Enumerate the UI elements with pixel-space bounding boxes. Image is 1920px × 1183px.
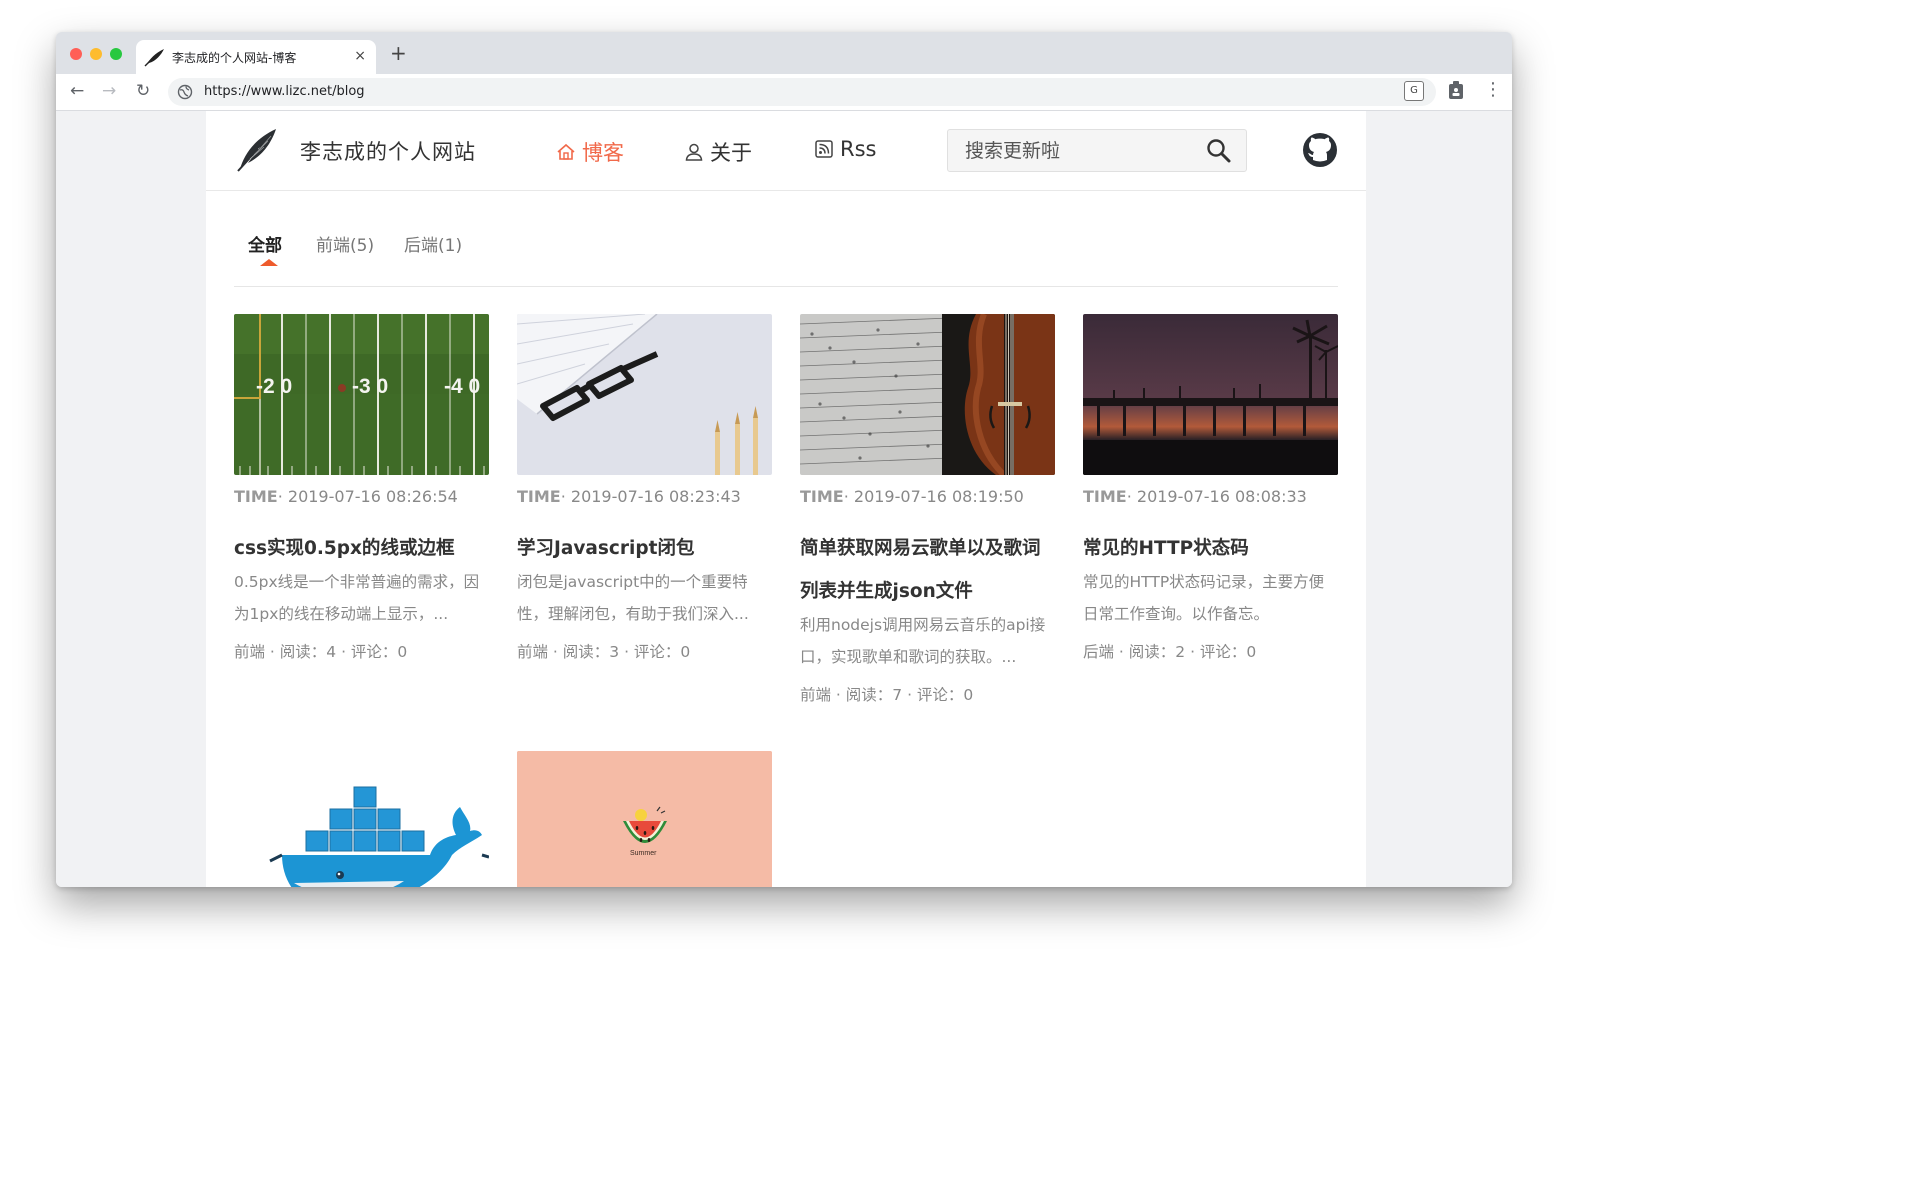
forward-button[interactable]: →	[102, 82, 116, 100]
user-icon	[685, 143, 703, 161]
post-title[interactable]: 常见的HTTP状态码	[1083, 527, 1338, 570]
time-label: TIME	[234, 487, 278, 506]
time-label: TIME	[800, 487, 844, 506]
post-title[interactable]: css实现0.5px的线或边框	[234, 527, 489, 570]
new-tab-button[interactable]: +	[390, 42, 407, 64]
time-label: TIME	[517, 487, 561, 506]
glasses-desk-image	[517, 314, 772, 475]
tab-strip: 李志成的个人网站-博客 × +	[56, 32, 1512, 74]
back-button[interactable]: ←	[70, 82, 84, 100]
time-label: TIME	[1083, 487, 1127, 506]
svg-text:-2 0: -2 0	[256, 375, 292, 398]
tab-frontend[interactable]: 前端(5)	[316, 231, 374, 256]
page-content: 李志成的个人网站 博客 关于 Rss 搜索更新啦 全部 前端(5) 后端(1) …	[206, 111, 1366, 887]
pier-sunset-image	[1083, 314, 1338, 475]
minimize-window-button[interactable]	[90, 48, 102, 60]
post-thumbnail[interactable]: Summer	[517, 751, 772, 887]
rss-icon	[815, 140, 833, 158]
active-tab[interactable]: 李志成的个人网站-博客 ×	[136, 40, 376, 74]
tab-backend[interactable]: 后端(1)	[404, 231, 462, 256]
watermelon-summer-image	[517, 751, 772, 887]
nav-rss-label: Rss	[840, 137, 877, 161]
post-thumbnail[interactable]: -2 0 -3 0 -4 0	[234, 314, 489, 475]
tab-title: 李志成的个人网站-博客	[172, 51, 297, 65]
svg-text:-3 0: -3 0	[352, 375, 388, 398]
docker-whale-image	[234, 751, 489, 887]
svg-text:-4 0: -4 0	[444, 375, 480, 398]
post-description: 0.5px线是一个非常普遍的需求，因为1px的线在移动端上显示，...	[234, 573, 480, 623]
post-description: 利用nodejs调用网易云音乐的api接口，实现歌单和歌词的获取。...	[800, 616, 1046, 666]
browser-menu-button[interactable]: ⋮	[1484, 80, 1502, 100]
post-stats: 后端 · 阅读：2 · 评论：0	[1083, 643, 1257, 661]
nav-rss[interactable]: Rss	[814, 137, 876, 161]
post-title[interactable]: 学习Javascript闭包	[517, 527, 772, 570]
globe-icon	[177, 84, 193, 100]
page-viewport: 李志成的个人网站 博客 关于 Rss 搜索更新啦 全部 前端(5) 后端(1) …	[56, 111, 1512, 887]
browser-window: 李志成的个人网站-博客 × + ← → ↻ https://www.lizc.n…	[56, 32, 1512, 887]
post-time: TIME· 2019-07-16 08:23:43	[517, 487, 741, 506]
tab-all[interactable]: 全部	[248, 231, 282, 256]
football-field-image: -2 0 -3 0 -4 0	[234, 314, 489, 475]
time-value: · 2019-07-16 08:08:33	[1126, 487, 1307, 506]
translate-icon[interactable]: G	[1404, 81, 1424, 101]
post-thumbnail[interactable]	[800, 314, 1055, 475]
post-time: TIME· 2019-07-16 08:26:54	[234, 487, 458, 506]
nav-about-label: 关于	[710, 141, 752, 165]
url-text: https://www.lizc.net/blog	[204, 84, 365, 99]
post-time: TIME· 2019-07-16 08:08:33	[1083, 487, 1307, 506]
violin-sheet-music-image	[800, 314, 1055, 475]
extension-icon[interactable]	[1448, 80, 1464, 100]
close-window-button[interactable]	[70, 48, 82, 60]
site-name[interactable]: 李志成的个人网站	[300, 136, 476, 166]
summer-caption: Summer	[630, 850, 657, 857]
post-stats: 前端 · 阅读：4 · 评论：0	[234, 643, 408, 661]
post-time: TIME· 2019-07-16 08:19:50	[800, 487, 1024, 506]
active-tab-indicator	[260, 259, 278, 266]
maximize-window-button[interactable]	[110, 48, 122, 60]
search-box	[947, 129, 1247, 172]
post-description: 闭包是javascript中的一个重要特性，理解闭包，有助于我们深入...	[517, 573, 749, 623]
nav-blog[interactable]: 博客	[556, 137, 624, 167]
post-description: 常见的HTTP状态码记录，主要方便日常工作查询。以作备忘。	[1083, 573, 1325, 623]
time-value: · 2019-07-16 08:26:54	[277, 487, 458, 506]
post-stats: 前端 · 阅读：7 · 评论：0	[800, 686, 974, 704]
post-thumbnail[interactable]	[517, 314, 772, 475]
address-bar[interactable]: https://www.lizc.net/blog	[168, 78, 1436, 106]
site-header: 李志成的个人网站 博客 关于 Rss 搜索更新啦	[206, 111, 1366, 191]
feather-favicon-icon	[144, 49, 164, 67]
github-icon[interactable]	[1302, 132, 1338, 168]
post-stats: 前端 · 阅读：3 · 评论：0	[517, 643, 691, 661]
search-icon[interactable]	[1206, 138, 1232, 164]
post-thumbnail[interactable]	[234, 751, 489, 887]
close-tab-icon[interactable]: ×	[354, 47, 366, 65]
browser-toolbar: ← → ↻ https://www.lizc.net/blog G ⋮	[56, 74, 1512, 111]
nav-blog-label: 博客	[582, 141, 624, 165]
nav-about[interactable]: 关于	[684, 137, 752, 167]
category-tabs: 全部 前端(5) 后端(1)	[234, 190, 1338, 287]
time-value: · 2019-07-16 08:23:43	[560, 487, 741, 506]
post-thumbnail[interactable]	[1083, 314, 1338, 475]
feather-logo-icon[interactable]	[234, 125, 280, 173]
home-icon	[557, 143, 575, 160]
search-input[interactable]	[948, 130, 1205, 171]
post-title[interactable]: 简单获取网易云歌单以及歌词列表并生成json文件	[800, 527, 1055, 613]
time-value: · 2019-07-16 08:19:50	[843, 487, 1024, 506]
reload-button[interactable]: ↻	[136, 82, 150, 100]
